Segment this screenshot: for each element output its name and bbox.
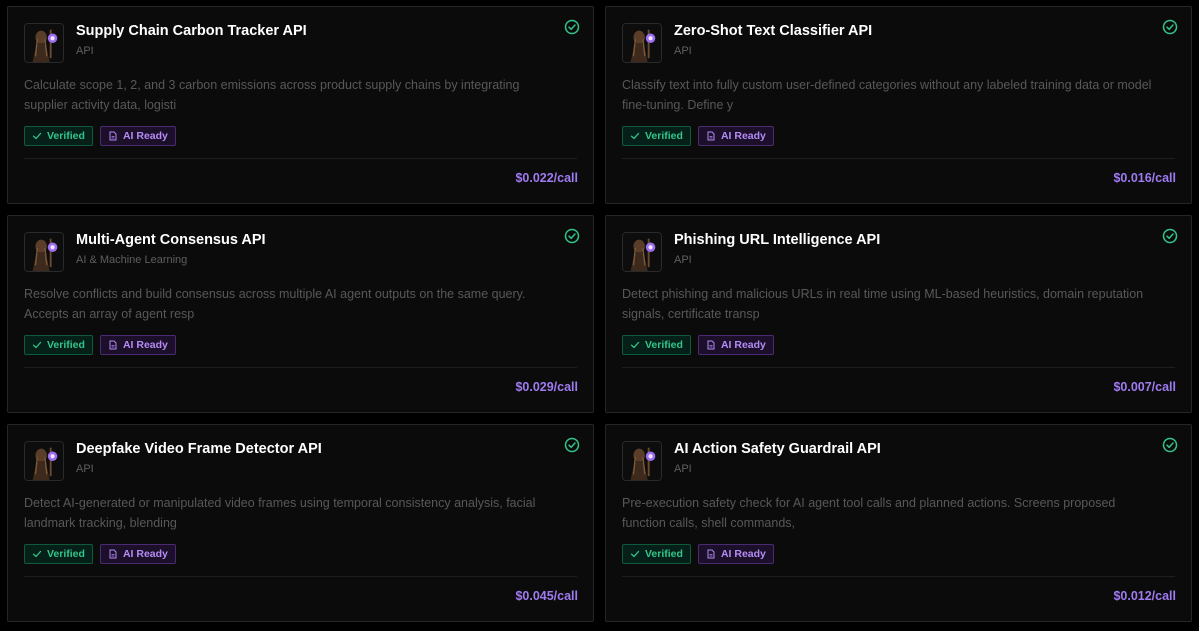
check-circle-icon <box>1162 228 1178 244</box>
publisher-avatar <box>24 23 64 63</box>
ai-ready-badge: AI Ready <box>99 544 176 564</box>
api-description: Detect AI-generated or manipulated video… <box>24 496 536 530</box>
check-circle-icon <box>564 437 580 453</box>
checkmark-icon <box>32 132 42 140</box>
api-card[interactable]: Deepfake Video Frame Detector API API De… <box>7 424 594 622</box>
api-price: $0.012/call <box>1113 589 1176 603</box>
card-divider <box>622 576 1175 577</box>
api-category: API <box>76 463 94 475</box>
checkmark-icon <box>32 341 42 349</box>
verified-badge: Verified <box>622 544 691 564</box>
api-description: Calculate scope 1, 2, and 3 carbon emiss… <box>24 78 520 112</box>
api-category: API <box>76 45 94 57</box>
document-icon <box>707 549 715 559</box>
checkmark-icon <box>630 341 640 349</box>
check-circle-icon <box>564 228 580 244</box>
ai-ready-badge: AI Ready <box>99 335 176 355</box>
document-icon <box>707 340 715 350</box>
api-card[interactable]: Multi-Agent Consensus API AI & Machine L… <box>7 215 594 413</box>
ai-ready-badge-label: AI Ready <box>122 339 168 351</box>
ai-ready-badge: AI Ready <box>99 126 176 146</box>
publisher-avatar <box>622 441 662 481</box>
api-title[interactable]: Supply Chain Carbon Tracker API <box>76 23 307 39</box>
ai-ready-badge-label: AI Ready <box>720 130 766 142</box>
api-category: API <box>674 463 692 475</box>
verified-badge-label: Verified <box>645 130 683 142</box>
api-card[interactable]: Phishing URL Intelligence API API Detect… <box>605 215 1192 413</box>
ai-ready-badge: AI Ready <box>697 335 774 355</box>
avatar-image-icon <box>623 442 661 480</box>
api-category: API <box>674 45 692 57</box>
api-title[interactable]: Deepfake Video Frame Detector API <box>76 441 322 457</box>
card-divider <box>622 367 1175 368</box>
checkmark-icon <box>32 550 42 558</box>
badge-row: Verified AI Ready <box>622 126 774 146</box>
publisher-avatar <box>24 441 64 481</box>
verified-badge: Verified <box>24 335 93 355</box>
api-title[interactable]: Phishing URL Intelligence API <box>674 232 880 248</box>
card-divider <box>24 158 577 159</box>
verified-badge: Verified <box>24 126 93 146</box>
avatar-image-icon <box>623 24 661 62</box>
check-circle-icon <box>1162 19 1178 35</box>
api-price: $0.029/call <box>515 380 578 394</box>
ai-ready-badge-label: AI Ready <box>720 339 766 351</box>
document-icon <box>109 549 117 559</box>
badge-row: Verified AI Ready <box>622 335 774 355</box>
api-price: $0.007/call <box>1113 380 1176 394</box>
api-card-grid: Supply Chain Carbon Tracker API API Calc… <box>0 0 1199 631</box>
publisher-avatar <box>622 23 662 63</box>
document-icon <box>109 340 117 350</box>
verified-badge-label: Verified <box>47 130 85 142</box>
api-category: API <box>674 254 692 266</box>
card-divider <box>24 576 577 577</box>
api-card[interactable]: AI Action Safety Guardrail API API Pre-e… <box>605 424 1192 622</box>
verified-badge: Verified <box>622 126 691 146</box>
api-description: Classify text into fully custom user-def… <box>622 78 1152 112</box>
ai-ready-badge: AI Ready <box>697 126 774 146</box>
check-circle-icon <box>1162 437 1178 453</box>
badge-row: Verified AI Ready <box>24 126 176 146</box>
avatar-image-icon <box>25 24 63 62</box>
api-price: $0.022/call <box>515 171 578 185</box>
api-category: AI & Machine Learning <box>76 254 188 266</box>
api-description: Detect phishing and malicious URLs in re… <box>622 287 1144 321</box>
avatar-image-icon <box>25 442 63 480</box>
publisher-avatar <box>622 232 662 272</box>
verified-badge: Verified <box>24 544 93 564</box>
badge-row: Verified AI Ready <box>622 544 774 564</box>
api-description: Resolve conflicts and build consensus ac… <box>24 287 526 321</box>
check-circle-icon <box>564 19 580 35</box>
api-price: $0.045/call <box>515 589 578 603</box>
api-title[interactable]: Zero-Shot Text Classifier API <box>674 23 872 39</box>
ai-ready-badge: AI Ready <box>697 544 774 564</box>
verified-badge-label: Verified <box>47 339 85 351</box>
ai-ready-badge-label: AI Ready <box>122 130 168 142</box>
verified-badge-label: Verified <box>47 548 85 560</box>
api-card[interactable]: Zero-Shot Text Classifier API API Classi… <box>605 6 1192 204</box>
card-divider <box>24 367 577 368</box>
api-title[interactable]: AI Action Safety Guardrail API <box>674 441 881 457</box>
api-title[interactable]: Multi-Agent Consensus API <box>76 232 266 248</box>
api-card[interactable]: Supply Chain Carbon Tracker API API Calc… <box>7 6 594 204</box>
verified-badge-label: Verified <box>645 339 683 351</box>
badge-row: Verified AI Ready <box>24 335 176 355</box>
ai-ready-badge-label: AI Ready <box>720 548 766 560</box>
badge-row: Verified AI Ready <box>24 544 176 564</box>
checkmark-icon <box>630 132 640 140</box>
ai-ready-badge-label: AI Ready <box>122 548 168 560</box>
avatar-image-icon <box>25 233 63 271</box>
verified-badge: Verified <box>622 335 691 355</box>
api-price: $0.016/call <box>1113 171 1176 185</box>
document-icon <box>109 131 117 141</box>
document-icon <box>707 131 715 141</box>
card-divider <box>622 158 1175 159</box>
verified-badge-label: Verified <box>645 548 683 560</box>
api-description: Pre-execution safety check for AI agent … <box>622 496 1116 530</box>
checkmark-icon <box>630 550 640 558</box>
avatar-image-icon <box>623 233 661 271</box>
publisher-avatar <box>24 232 64 272</box>
